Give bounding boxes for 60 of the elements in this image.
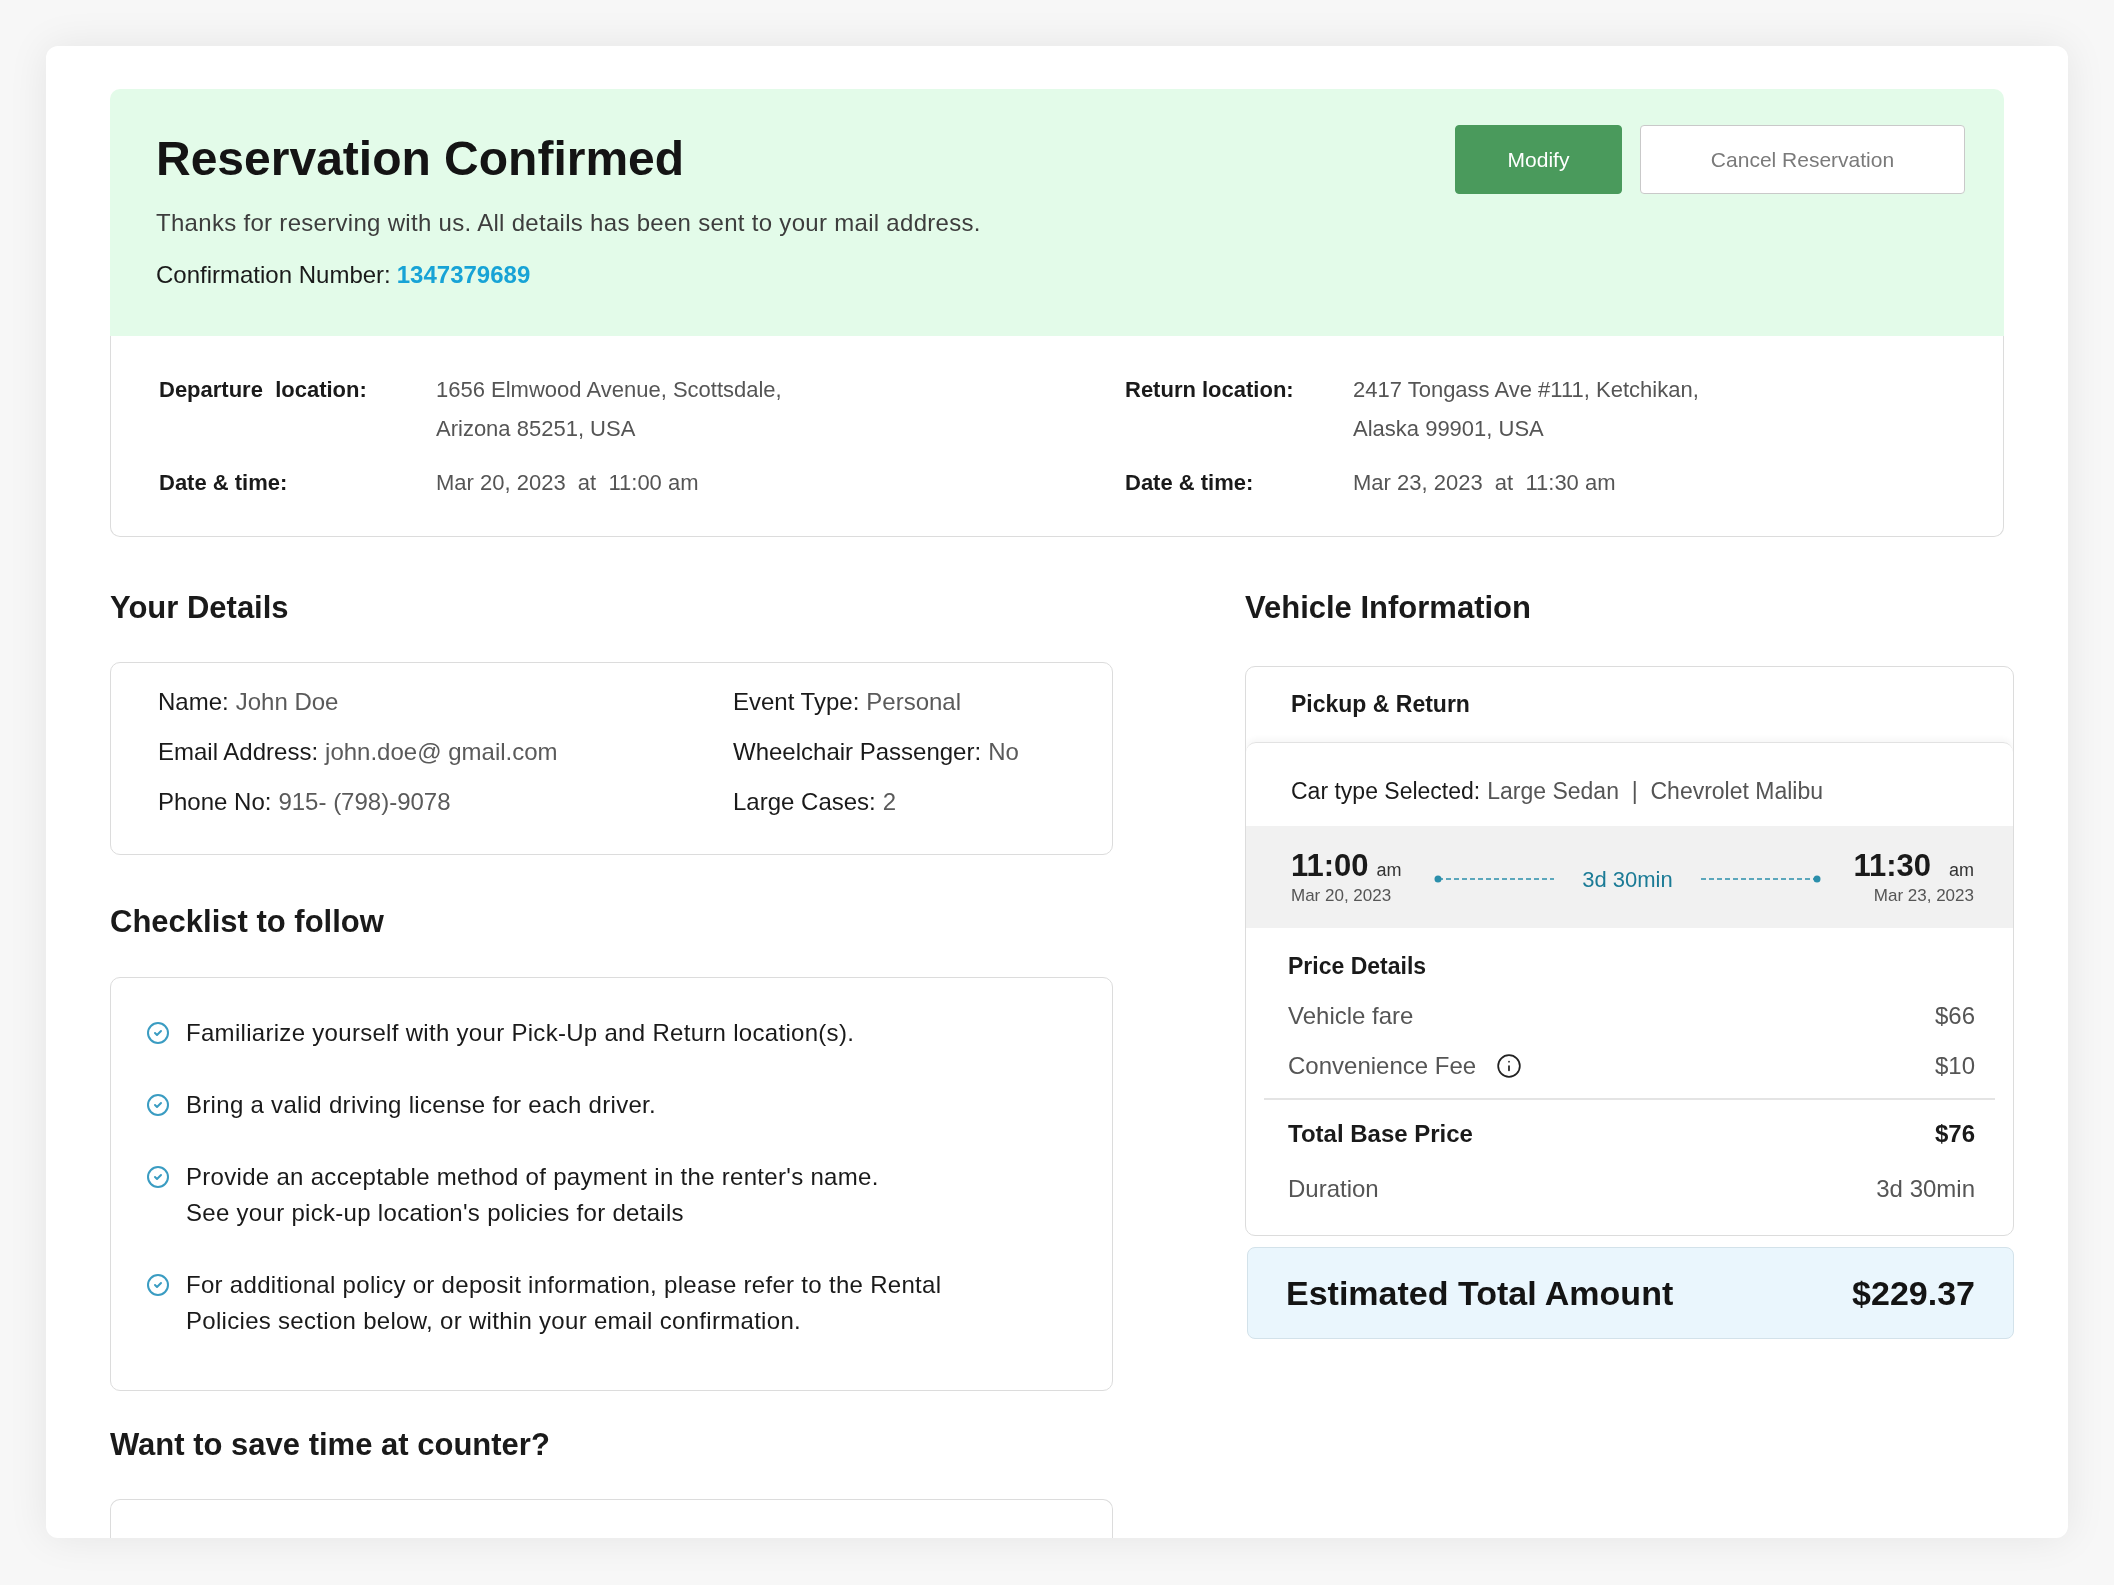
field-label: Phone No: xyxy=(158,787,272,817)
return-time: 11:30 xyxy=(1853,847,1931,885)
pickup-date: Mar 20, 2023 xyxy=(1291,885,1392,907)
cancel-button[interactable]: Cancel Reservation xyxy=(1640,125,1965,194)
checklist-item-text: For additional policy or deposit information, please refer to the Rental Policies section below, or within your email confirmation. xyxy=(186,1270,942,1336)
check-circle-icon xyxy=(146,1021,170,1045)
section-heading: Checklist to follow xyxy=(110,903,385,941)
confirmation-number: 1347379689 xyxy=(396,260,531,290)
field-label: Car type Selected: xyxy=(1291,777,1481,807)
price-label: Vehicle fare xyxy=(1288,1001,1414,1031)
check-circle-icon xyxy=(146,1273,170,1297)
field-value: 2 xyxy=(882,787,897,817)
datetime-label: Date & time: xyxy=(1125,469,1255,497)
price-label: Duration xyxy=(1288,1174,1379,1204)
info-icon[interactable] xyxy=(1496,1053,1523,1079)
location-address: 1656 Elmwood Avenue, Scottsdale, Arizona 85251, USA xyxy=(436,376,783,443)
checklist-item-text: Familiarize yourself with your Pick-Up and Return location(s). xyxy=(186,1018,855,1048)
section-heading: Your Details xyxy=(110,589,290,627)
field-value: Personal xyxy=(866,687,962,717)
checklist-item-text: Provide an acceptable method of payment in the renter's name. See your pick-up location's policies for details xyxy=(186,1162,879,1228)
check-circle-icon xyxy=(146,1165,170,1189)
price-value: 3d 30min xyxy=(1876,1174,1975,1204)
price-title: Price Details xyxy=(1287,952,1428,981)
field-value: Large Sedan | Chevrolet Malibu xyxy=(1487,777,1824,807)
price-label: Convenience Fee xyxy=(1288,1051,1477,1081)
field-value: No xyxy=(988,737,1019,767)
section-title: Pickup & Return xyxy=(1291,690,1470,720)
pickup-time: 11:00 xyxy=(1291,847,1369,885)
field-label: Event Type: xyxy=(733,687,860,717)
confirmation-label: Confirmation Number: xyxy=(156,260,391,290)
price-value: $10 xyxy=(1934,1051,1975,1081)
check-circle-icon xyxy=(146,1093,170,1117)
datetime-value: Mar 23, 2023 at 11:30 am xyxy=(1353,469,1617,497)
datetime-label: Date & time: xyxy=(159,469,289,497)
modify-button[interactable]: Modify xyxy=(1455,125,1622,194)
total-value: $229.37 xyxy=(1852,1272,1975,1314)
price-label: Total Base Price xyxy=(1288,1119,1473,1149)
field-value: John Doe xyxy=(235,687,339,717)
field-value: 915- (798)-9078 xyxy=(278,787,451,817)
total-label: Estimated Total Amount xyxy=(1286,1272,1674,1314)
field-label: Wheelchair Passenger: xyxy=(733,737,982,767)
field-label: Large Cases: xyxy=(733,787,876,817)
section-heading: Vehicle Information xyxy=(1245,589,1532,627)
location-address: 2417 Tongass Ave #111, Ketchikan, Alaska 99901, USA xyxy=(1353,376,1700,443)
time-period: am xyxy=(1376,859,1402,881)
price-value: $66 xyxy=(1934,1001,1975,1031)
field-label: Email Address: xyxy=(158,737,319,767)
checklist-item-text: Bring a valid driving license for each driver. xyxy=(186,1090,657,1120)
datetime-value: Mar 20, 2023 at 11:00 am xyxy=(436,469,700,497)
confirmation-message: Thanks for reserving with us. All details has been sent to your mail address. xyxy=(156,208,981,238)
page-title: Reservation Confirmed xyxy=(156,131,686,187)
return-date: Mar 23, 2023 xyxy=(1873,885,1974,907)
price-value: $76 xyxy=(1934,1119,1975,1149)
location-label: Departure location: xyxy=(159,376,368,404)
trip-duration: 3d 30min xyxy=(1581,865,1674,894)
field-label: Name: xyxy=(158,687,229,717)
field-value: john.doe@ gmail.com xyxy=(325,737,558,767)
location-label: Return location: xyxy=(1125,376,1295,404)
time-period: am xyxy=(1948,859,1974,881)
section-heading: Want to save time at counter? xyxy=(110,1426,551,1464)
